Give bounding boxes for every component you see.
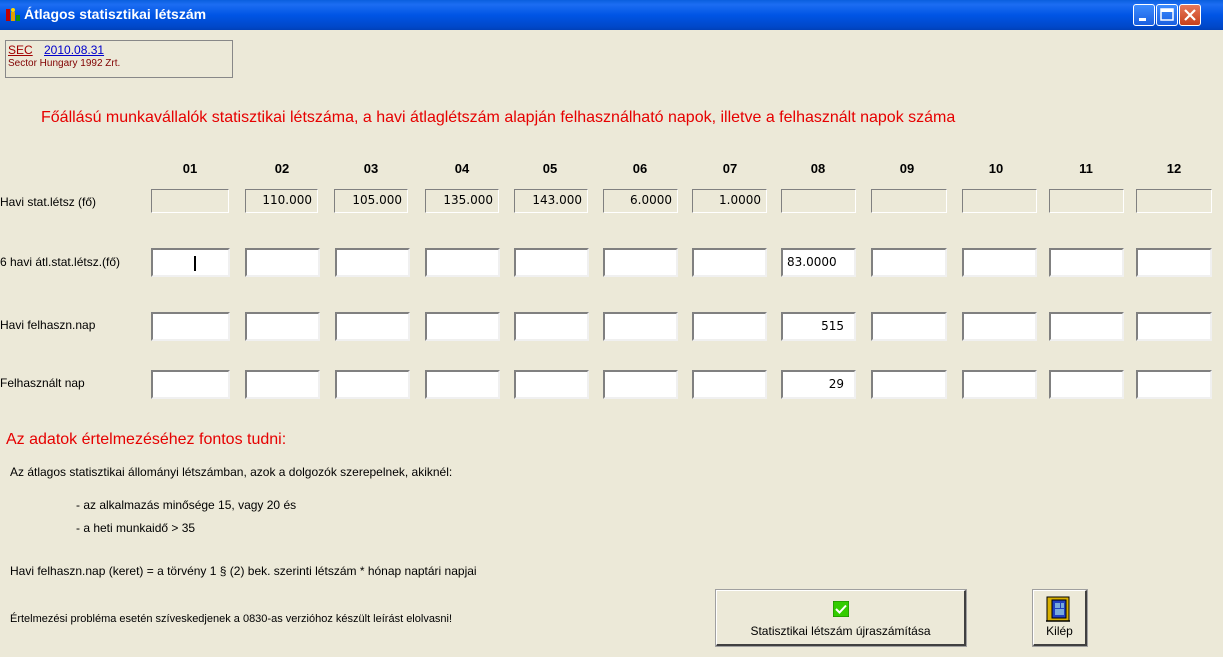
six-month-average-04[interactable] — [425, 248, 500, 277]
close-button[interactable] — [1179, 4, 1201, 26]
monthly-usable-days-03[interactable] — [335, 312, 410, 341]
title-bar[interactable]: Átlagos statisztikai létszám — [0, 0, 1223, 30]
monthly-usable-days-05[interactable] — [514, 312, 589, 341]
month-header: 05 — [542, 161, 558, 176]
monthly-usable-days-06[interactable] — [603, 312, 678, 341]
month-header: 02 — [274, 161, 290, 176]
monthly-usable-days-11[interactable] — [1049, 312, 1124, 341]
close-icon — [1184, 9, 1196, 21]
month-header: 08 — [810, 161, 826, 176]
exit-button[interactable]: Kilép — [1032, 589, 1088, 647]
monthly-usable-days-08[interactable]: 515 — [781, 312, 856, 341]
check-icon — [832, 600, 850, 620]
minimize-icon — [1139, 18, 1146, 21]
minimize-button[interactable] — [1133, 4, 1155, 26]
app-icon[interactable] — [5, 7, 21, 23]
exit-door-icon — [1044, 595, 1074, 626]
used-days-07[interactable] — [692, 370, 767, 399]
info-title: Az adatok értelmezéséhez fontos tudni: — [6, 431, 287, 448]
six-month-average-03[interactable] — [335, 248, 410, 277]
info-line-1: Az átlagos statisztikai állományi létszá… — [10, 465, 453, 479]
row-label-six-month-average: 6 havi átl.stat.létsz.(fő) — [0, 255, 121, 269]
recalculate-button-label: Statisztikai létszám újraszámítása — [750, 624, 931, 638]
monthly-headcount-02: 110.000 — [245, 189, 318, 213]
month-header: 09 — [899, 161, 915, 176]
page-heading: Főállású munkavállalók statisztikai léts… — [41, 109, 956, 126]
used-days-10[interactable] — [962, 370, 1037, 399]
monthly-usable-days-09[interactable] — [871, 312, 947, 341]
monthly-usable-days-02[interactable] — [245, 312, 320, 341]
row-label-monthly-headcount: Havi stat.létsz (fő) — [0, 195, 97, 209]
monthly-headcount-08 — [781, 189, 856, 213]
used-days-08[interactable]: 29 — [781, 370, 856, 399]
monthly-usable-days-07[interactable] — [692, 312, 767, 341]
month-header: 03 — [363, 161, 379, 176]
monthly-usable-days-04[interactable] — [425, 312, 500, 341]
six-month-average-05[interactable] — [514, 248, 589, 277]
monthly-headcount-07: 1.0000 — [692, 189, 767, 213]
used-days-06[interactable] — [603, 370, 678, 399]
used-days-02[interactable] — [245, 370, 320, 399]
info-bullet-1: - az alkalmazás minősége 15, vagy 20 és — [76, 498, 297, 512]
six-month-average-09[interactable] — [871, 248, 947, 277]
monthly-headcount-01 — [151, 189, 229, 213]
monthly-usable-days-10[interactable] — [962, 312, 1037, 341]
monthly-headcount-05: 143.000 — [514, 189, 588, 213]
text-cursor — [194, 256, 196, 271]
maximize-button[interactable] — [1156, 4, 1178, 26]
used-days-11[interactable] — [1049, 370, 1124, 399]
used-days-09[interactable] — [871, 370, 947, 399]
company-info-box: SEC 2010.08.31 Sector Hungary 1992 Zrt. — [5, 40, 233, 78]
info-line-3: Értelmezési probléma esetén szíveskedjen… — [10, 613, 453, 625]
monthly-headcount-09 — [871, 189, 947, 213]
month-header: 07 — [722, 161, 738, 176]
monthly-headcount-04: 135.000 — [425, 189, 499, 213]
month-header: 12 — [1166, 161, 1182, 176]
six-month-average-10[interactable] — [962, 248, 1037, 277]
six-month-average-06[interactable] — [603, 248, 678, 277]
used-days-03[interactable] — [335, 370, 410, 399]
used-days-12[interactable] — [1136, 370, 1212, 399]
window-title: Átlagos statisztikai létszám — [24, 6, 207, 22]
monthly-usable-days-12[interactable] — [1136, 312, 1212, 341]
month-header: 06 — [632, 161, 648, 176]
six-month-average-08[interactable]: 83.0000 — [781, 248, 856, 277]
six-month-average-11[interactable] — [1049, 248, 1124, 277]
monthly-usable-days-01[interactable] — [151, 312, 230, 341]
month-header: 01 — [182, 161, 198, 176]
six-month-average-01[interactable] — [151, 248, 230, 277]
exit-button-label: Kilép — [1046, 624, 1073, 638]
info-bullet-2: - a heti munkaidő > 35 — [76, 521, 196, 535]
monthly-headcount-12 — [1136, 189, 1212, 213]
period-date-link[interactable]: 2010.08.31 — [44, 43, 104, 57]
monthly-headcount-06: 6.0000 — [603, 189, 678, 213]
row-label-used-days: Felhasznált nap — [0, 376, 85, 390]
monthly-headcount-11 — [1049, 189, 1124, 213]
six-month-average-07[interactable] — [692, 248, 767, 277]
used-days-01[interactable] — [151, 370, 230, 399]
company-name: Sector Hungary 1992 Zrt. — [8, 58, 121, 69]
maximize-icon — [1160, 8, 1174, 21]
monthly-headcount-10 — [962, 189, 1037, 213]
info-line-2: Havi felhaszn.nap (keret) = a törvény 1 … — [10, 564, 477, 578]
used-days-05[interactable] — [514, 370, 589, 399]
month-header: 04 — [454, 161, 470, 176]
monthly-headcount-03: 105.000 — [334, 189, 408, 213]
used-days-04[interactable] — [425, 370, 500, 399]
month-header: 11 — [1079, 161, 1093, 176]
company-code-link[interactable]: SEC — [8, 43, 33, 57]
six-month-average-02[interactable] — [245, 248, 320, 277]
six-month-average-12[interactable] — [1136, 248, 1212, 277]
row-label-monthly-usable-days: Havi felhaszn.nap — [0, 318, 96, 332]
month-header: 10 — [988, 161, 1004, 176]
recalculate-button[interactable]: Statisztikai létszám újraszámítása — [715, 589, 967, 647]
